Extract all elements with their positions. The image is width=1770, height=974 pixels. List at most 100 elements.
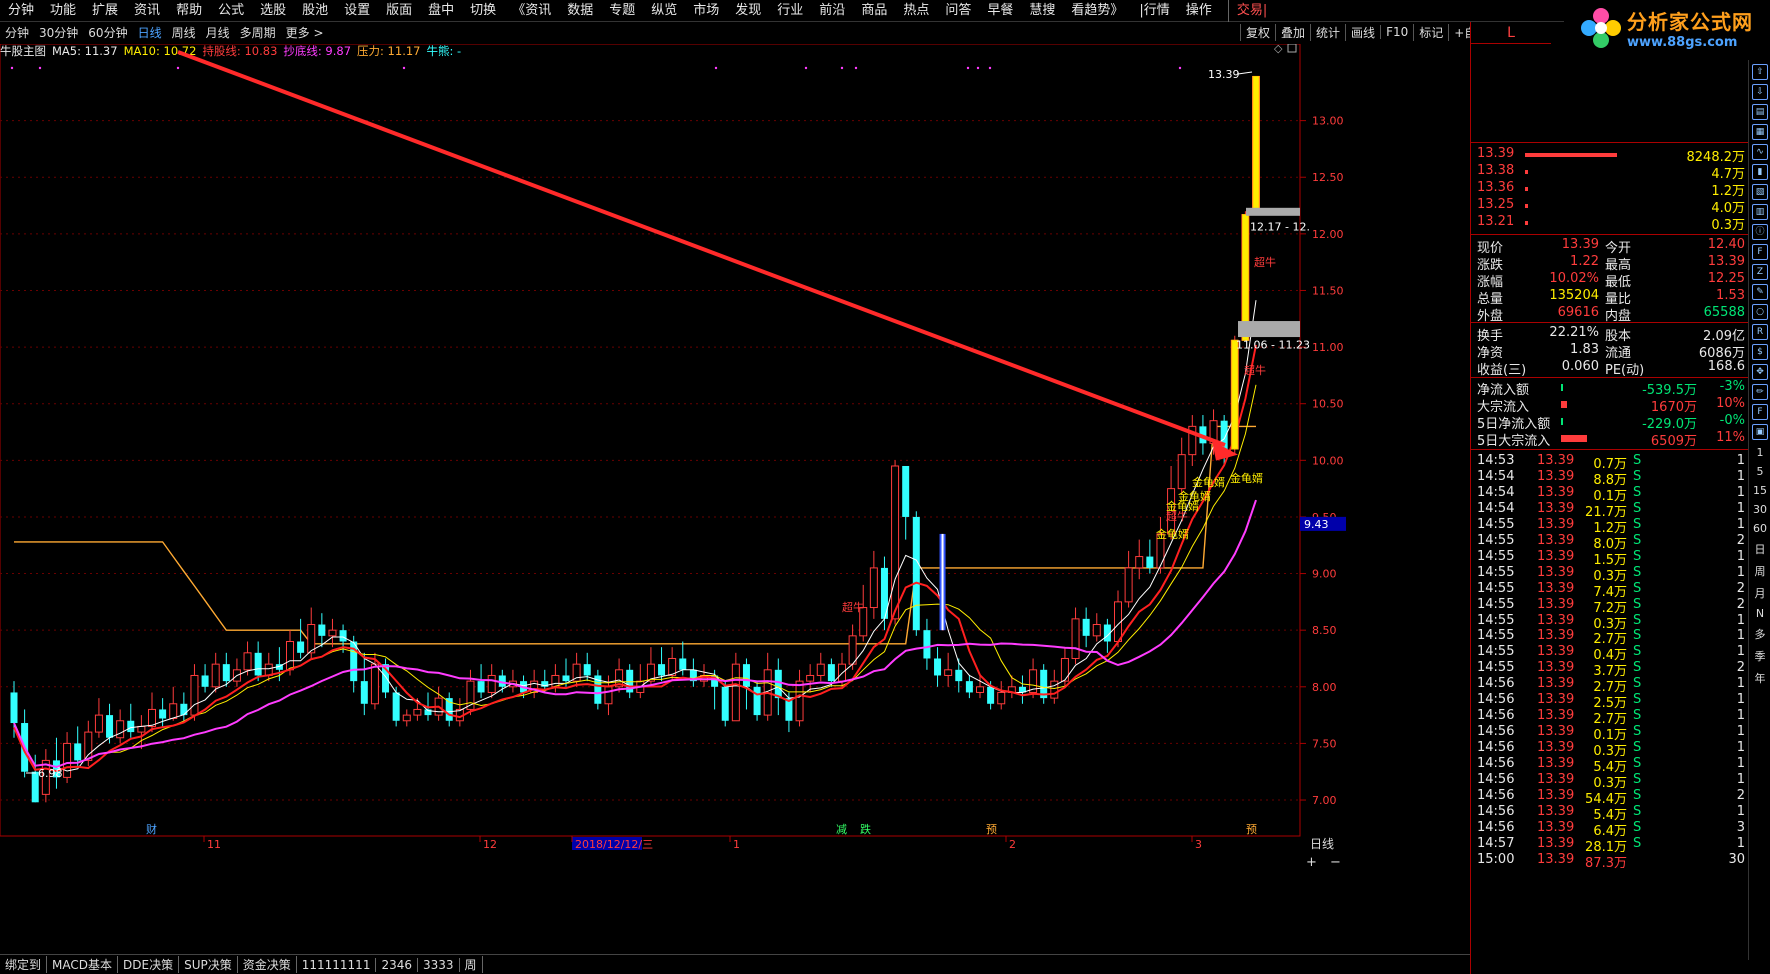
menu-item[interactable]: 功能 [42, 0, 84, 22]
event-marker[interactable]: 预 [1246, 823, 1257, 836]
menu-item[interactable]: 发现 [727, 0, 769, 22]
tick-count: 1 [1736, 612, 1745, 628]
side-period-label[interactable]: 15 [1749, 484, 1770, 497]
menu-item[interactable]: 切换 [462, 0, 504, 22]
bottom-tab[interactable]: DDE决策 [118, 956, 180, 973]
dollar-icon[interactable]: $ [1752, 344, 1768, 360]
stat-row: 现价 13.39 今开 12.40 [1477, 237, 1749, 256]
tool-button[interactable]: 画线 [1345, 23, 1380, 41]
bottom-tab[interactable]: SUP决策 [179, 956, 238, 973]
menu-item[interactable]: 行业 [769, 0, 811, 22]
tool-button[interactable]: 复权 [1240, 23, 1275, 41]
menu-item[interactable]: 看趋势》 [1063, 0, 1131, 22]
event-marker[interactable]: 跌 [860, 822, 871, 836]
side-period-label[interactable]: N [1749, 607, 1770, 620]
event-marker[interactable]: 财 [146, 822, 157, 836]
bottom-tab[interactable]: 3333 [418, 957, 460, 972]
arrow-down-icon[interactable]: ⇩ [1752, 84, 1768, 100]
calc-icon[interactable]: ▧ [1752, 184, 1768, 200]
menu-item[interactable]: 资讯 [126, 0, 168, 22]
bottom-tab[interactable]: 绑定到 [0, 956, 48, 973]
menu-item[interactable]: 公式 [210, 0, 252, 22]
side-period-label[interactable]: 年 [1749, 670, 1770, 686]
bottom-tab[interactable]: MACD基本 [47, 956, 118, 973]
side-period-label[interactable]: 5 [1749, 465, 1770, 478]
line-chart-icon[interactable]: ∿ [1752, 144, 1768, 160]
kline-chart-area[interactable]: 13.0012.5012.0011.5011.0010.5010.009.509… [0, 44, 1470, 944]
zoom-in-icon[interactable]: + [1306, 855, 1317, 870]
candle-icon[interactable]: ▮ [1752, 164, 1768, 180]
side-period-label[interactable]: 周 [1749, 563, 1770, 579]
menu-item[interactable]: 市场 [685, 0, 727, 22]
zoom-out-icon[interactable]: − [1330, 855, 1341, 870]
menu-item[interactable]: 版面 [378, 0, 420, 22]
menu-item[interactable]: 早餐 [979, 0, 1021, 22]
bottom-tab[interactable]: 周 [460, 956, 483, 973]
period-7[interactable]: 更多 > [281, 24, 329, 41]
candle-body [286, 641, 294, 671]
menu-item[interactable]: 设置 [336, 0, 378, 22]
fund-icon[interactable]: ▥ [1752, 204, 1768, 220]
period-6[interactable]: 多周期 [235, 24, 281, 41]
tool-button[interactable]: 标记 [1413, 23, 1448, 41]
circle-icon[interactable]: ○ [1752, 304, 1768, 320]
f10-icon[interactable]: F [1752, 244, 1768, 260]
grid-icon[interactable]: ▦ [1752, 124, 1768, 140]
side-period-label[interactable]: 季 [1749, 648, 1770, 664]
period-2[interactable]: 60分钟 [83, 24, 132, 41]
menu-item[interactable]: 热点 [895, 0, 937, 22]
period-3[interactable]: 日线 [133, 24, 167, 41]
maximize-icon[interactable] [1287, 44, 1297, 53]
quote-tab[interactable]: L [1471, 22, 1551, 44]
period-0[interactable]: 分钟 [0, 24, 34, 41]
side-period-label[interactable]: 多 [1749, 626, 1770, 642]
kline-chart[interactable]: 13.0012.5012.0011.5011.0010.5010.009.509… [0, 44, 1470, 954]
diamond-icon[interactable]: ◇ [1274, 44, 1283, 55]
menu-item[interactable]: 《资讯 [504, 0, 559, 22]
side-period-label[interactable]: 日 [1749, 541, 1770, 557]
menu-item[interactable]: 盘中 [420, 0, 462, 22]
period-5[interactable]: 月线 [201, 24, 235, 41]
menu-item[interactable]: 分钟 [0, 0, 42, 22]
event-marker[interactable]: 减 [836, 823, 847, 836]
period-1[interactable]: 30分钟 [34, 24, 83, 41]
menu-item[interactable]: 专题 [601, 0, 643, 22]
side-period-label[interactable]: 30 [1749, 503, 1770, 516]
move-icon[interactable]: ✥ [1752, 364, 1768, 380]
gallery-icon[interactable]: ▣ [1752, 424, 1768, 440]
arrow-up-icon[interactable]: ⇧ [1752, 64, 1768, 80]
menu-item[interactable]: 问答 [937, 0, 979, 22]
pen-icon[interactable]: ✏ [1752, 384, 1768, 400]
menu-item[interactable]: |行情 [1131, 0, 1177, 22]
bottom-tab[interactable]: 资金决策 [238, 956, 297, 973]
rsi-icon[interactable]: R [1752, 324, 1768, 340]
bottom-tab[interactable]: 2346 [376, 957, 418, 972]
tick-price: 13.39 [1537, 676, 1575, 692]
bottom-tab[interactable]: 111111111 [297, 957, 377, 972]
menu-item[interactable]: 商品 [853, 0, 895, 22]
menu-item[interactable]: 扩展 [84, 0, 126, 22]
menu-item[interactable]: 交易| [1227, 0, 1275, 22]
notepad-icon[interactable]: ▤ [1752, 104, 1768, 120]
tool-button[interactable]: 统计 [1310, 23, 1345, 41]
event-marker[interactable]: 预 [986, 823, 997, 836]
f5-icon[interactable]: F [1752, 404, 1768, 420]
menu-item[interactable]: 操作 [1178, 0, 1220, 22]
period-4[interactable]: 周线 [167, 24, 201, 41]
menu-item[interactable]: 数据 [559, 0, 601, 22]
menu-item[interactable]: 帮助 [168, 0, 210, 22]
tool-button[interactable]: 叠加 [1275, 23, 1310, 41]
info-icon[interactable]: ⓘ [1752, 224, 1768, 240]
menu-item[interactable]: 纵览 [643, 0, 685, 22]
menu-item[interactable]: 慧搜 [1021, 0, 1063, 22]
side-period-label[interactable]: 月 [1749, 585, 1770, 601]
fiz-icon[interactable]: Z [1752, 264, 1768, 280]
menu-item[interactable]: 股池 [294, 0, 336, 22]
menu-item[interactable]: 前沿 [811, 0, 853, 22]
price-tick-label: 13.00 [1312, 115, 1344, 128]
side-period-label[interactable]: 1 [1749, 446, 1770, 459]
menu-item[interactable]: 选股 [252, 0, 294, 22]
tool-button[interactable]: F10 [1380, 25, 1413, 39]
side-period-label[interactable]: 60 [1749, 522, 1770, 535]
brush-icon[interactable]: ✎ [1752, 284, 1768, 300]
